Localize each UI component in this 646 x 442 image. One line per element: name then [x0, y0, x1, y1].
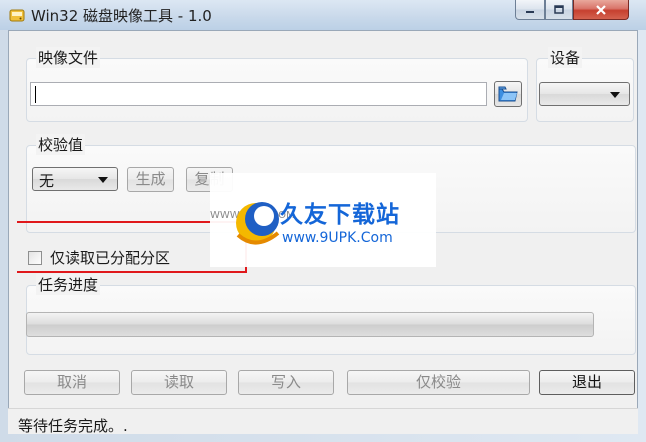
verify-only-button[interactable]: 仅校验: [347, 370, 530, 395]
browse-button[interactable]: [494, 81, 522, 107]
chevron-down-icon: [610, 92, 620, 98]
read-button[interactable]: 读取: [131, 370, 227, 395]
maximize-button[interactable]: [545, 0, 573, 20]
cancel-button[interactable]: 取消: [24, 370, 120, 395]
app-window: Win32 磁盘映像工具 - 1.0 映像文件 设备 校验值 无 生成 仅读取已…: [0, 0, 646, 442]
image-file-input[interactable]: [30, 82, 487, 106]
text-caret: [35, 86, 36, 103]
write-button[interactable]: 写入: [238, 370, 334, 395]
checksum-type-combobox[interactable]: 无: [32, 167, 118, 191]
folder-icon: [498, 86, 518, 102]
disk-app-icon: [9, 9, 25, 22]
close-icon: [596, 4, 606, 15]
watermark: WWW.9UPK.COM 久友下载站 www.9UPK.Com: [210, 173, 436, 267]
close-button[interactable]: [573, 0, 629, 20]
status-text: 等待任务完成。.: [18, 417, 128, 435]
minimize-icon: [526, 10, 534, 13]
title-bar[interactable]: Win32 磁盘映像工具 - 1.0: [0, 0, 646, 30]
status-bar: 等待任务完成。.: [8, 408, 638, 435]
image-file-label: 映像文件: [36, 47, 101, 68]
watermark-title: 久友下载站: [280, 202, 400, 228]
maximize-icon: [554, 4, 564, 14]
progress-label: 任务进度: [36, 274, 101, 295]
chevron-down-icon: [98, 177, 108, 183]
minimize-button[interactable]: [515, 0, 545, 20]
checksum-label: 校验值: [36, 134, 86, 155]
checksum-type-value: 无: [39, 172, 55, 190]
device-combobox[interactable]: [539, 82, 630, 106]
exit-button[interactable]: 退出: [539, 370, 635, 395]
window-title: Win32 磁盘映像工具 - 1.0: [31, 7, 212, 25]
device-label: 设备: [548, 47, 583, 68]
watermark-url: www.9UPK.Com: [282, 230, 393, 246]
progress-bar: [26, 312, 594, 337]
generate-button[interactable]: 生成: [127, 167, 174, 192]
